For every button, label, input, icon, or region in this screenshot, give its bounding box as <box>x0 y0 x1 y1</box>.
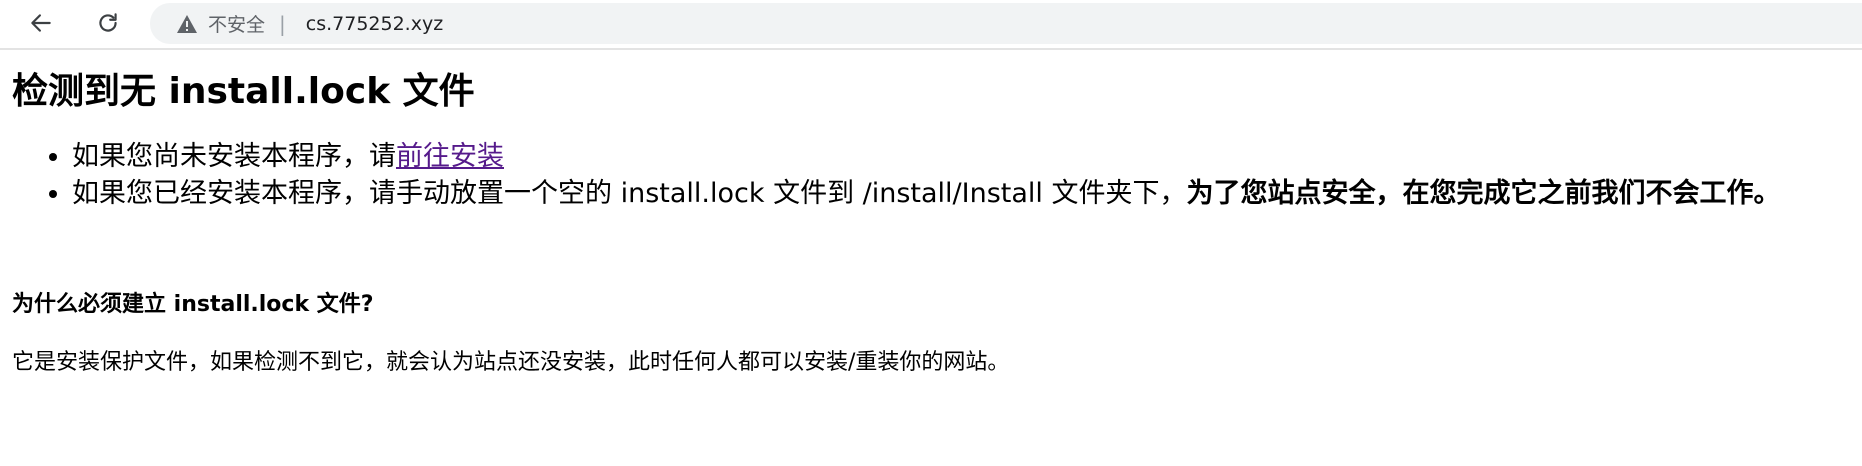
separator: | <box>279 11 286 36</box>
list-item: 如果您尚未安装本程序，请前往安装 <box>72 138 1852 175</box>
explanation-text: 它是安装保护文件，如果检测不到它，就会认为站点还没安装，此时任何人都可以安装/重… <box>12 350 1010 375</box>
back-button[interactable] <box>21 3 61 43</box>
security-label[interactable]: 不安全 <box>208 10 265 37</box>
install-link[interactable]: 前往安装 <box>396 141 504 172</box>
instruction-list: 如果您尚未安装本程序，请前往安装 如果您已经安装本程序，请手动放置一个空的 in… <box>12 138 1852 212</box>
browser-toolbar: 不安全 | cs.775252.xyz <box>0 0 1862 50</box>
security-warning-text: 为了您站点安全，在您完成它之前我们不会工作。 <box>1186 178 1781 209</box>
reload-icon <box>99 13 117 32</box>
address-bar[interactable]: 不安全 | cs.775252.xyz <box>150 3 1862 44</box>
item-text: 如果您尚未安装本程序，请 <box>72 141 396 172</box>
why-heading: 为什么必须建立 install.lock 文件? <box>12 292 374 317</box>
back-arrow-icon <box>31 14 51 32</box>
page-title: 检测到无 install.lock 文件 <box>12 71 475 112</box>
reload-button[interactable] <box>88 3 128 43</box>
item-text: 如果您已经安装本程序，请手动放置一个空的 install.lock 文件到 /i… <box>72 178 1187 209</box>
page-content: 检测到无 install.lock 文件 如果您尚未安装本程序，请前往安装 如果… <box>12 50 1852 378</box>
list-item: 如果您已经安装本程序，请手动放置一个空的 install.lock 文件到 /i… <box>72 175 1852 212</box>
url-text[interactable]: cs.775252.xyz <box>306 13 443 35</box>
warning-triangle-icon[interactable] <box>176 12 200 36</box>
